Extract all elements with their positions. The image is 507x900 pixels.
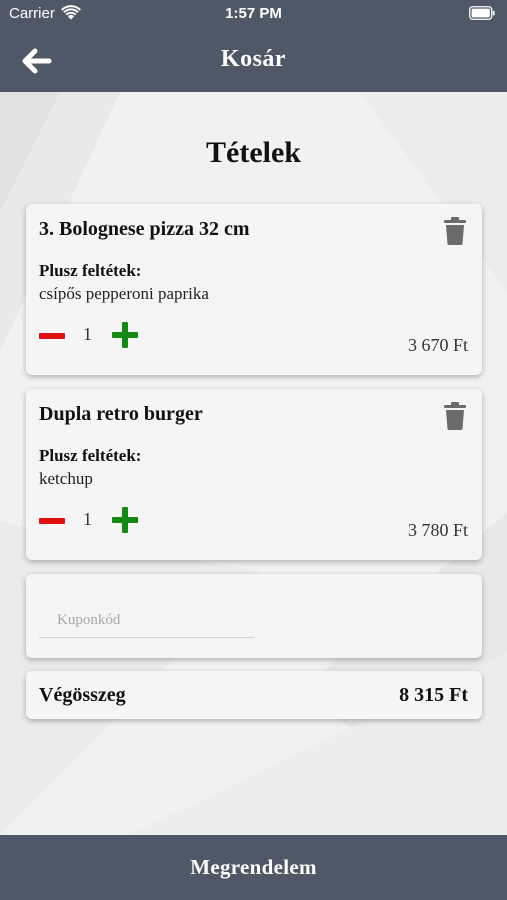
item-price: 3 780 Ft [407,520,468,540]
extras-label: Plusz feltétek: [39,261,142,280]
minus-icon[interactable] [39,515,65,527]
quantity-value: 1 [83,509,92,529]
plus-icon[interactable] [112,507,138,533]
section-title: Tételek [206,136,301,169]
cart-item: Dupla retro burger Plusz feltétek: ketch… [26,389,482,560]
coupon-input[interactable] [39,604,254,638]
status-time: 1:57 PM [225,5,282,22]
item-name: 3. Bolognese pizza 32 cm [39,218,250,240]
item-name: Dupla retro burger [39,403,203,425]
battery-icon [469,6,495,20]
total-value: 8 315 Ft [399,684,468,706]
cart-item: 3. Bolognese pizza 32 cm Plusz feltétek:… [26,204,482,375]
extras-label: Plusz feltétek: [39,446,142,465]
coupon-card [26,574,482,658]
plus-icon[interactable] [112,322,138,348]
trash-icon[interactable] [444,217,466,245]
minus-icon[interactable] [39,330,65,342]
quantity-value: 1 [83,324,92,344]
page-title: Kosár [220,46,287,72]
total-label: Végösszeg [39,684,126,706]
total-card: Végösszeg 8 315 Ft [26,671,482,719]
item-price: 3 670 Ft [407,335,468,355]
status-bar: Carrier 1:57 PM [0,0,507,30]
header: Carrier 1:57 PM Kosár [0,0,507,92]
order-button[interactable]: Megrendelem [0,835,507,900]
extras-value: ketchup [39,469,93,488]
nav-bar: Kosár [0,30,507,92]
extras-value: csípős pepperoni paprika [39,284,209,303]
trash-icon[interactable] [444,402,466,430]
